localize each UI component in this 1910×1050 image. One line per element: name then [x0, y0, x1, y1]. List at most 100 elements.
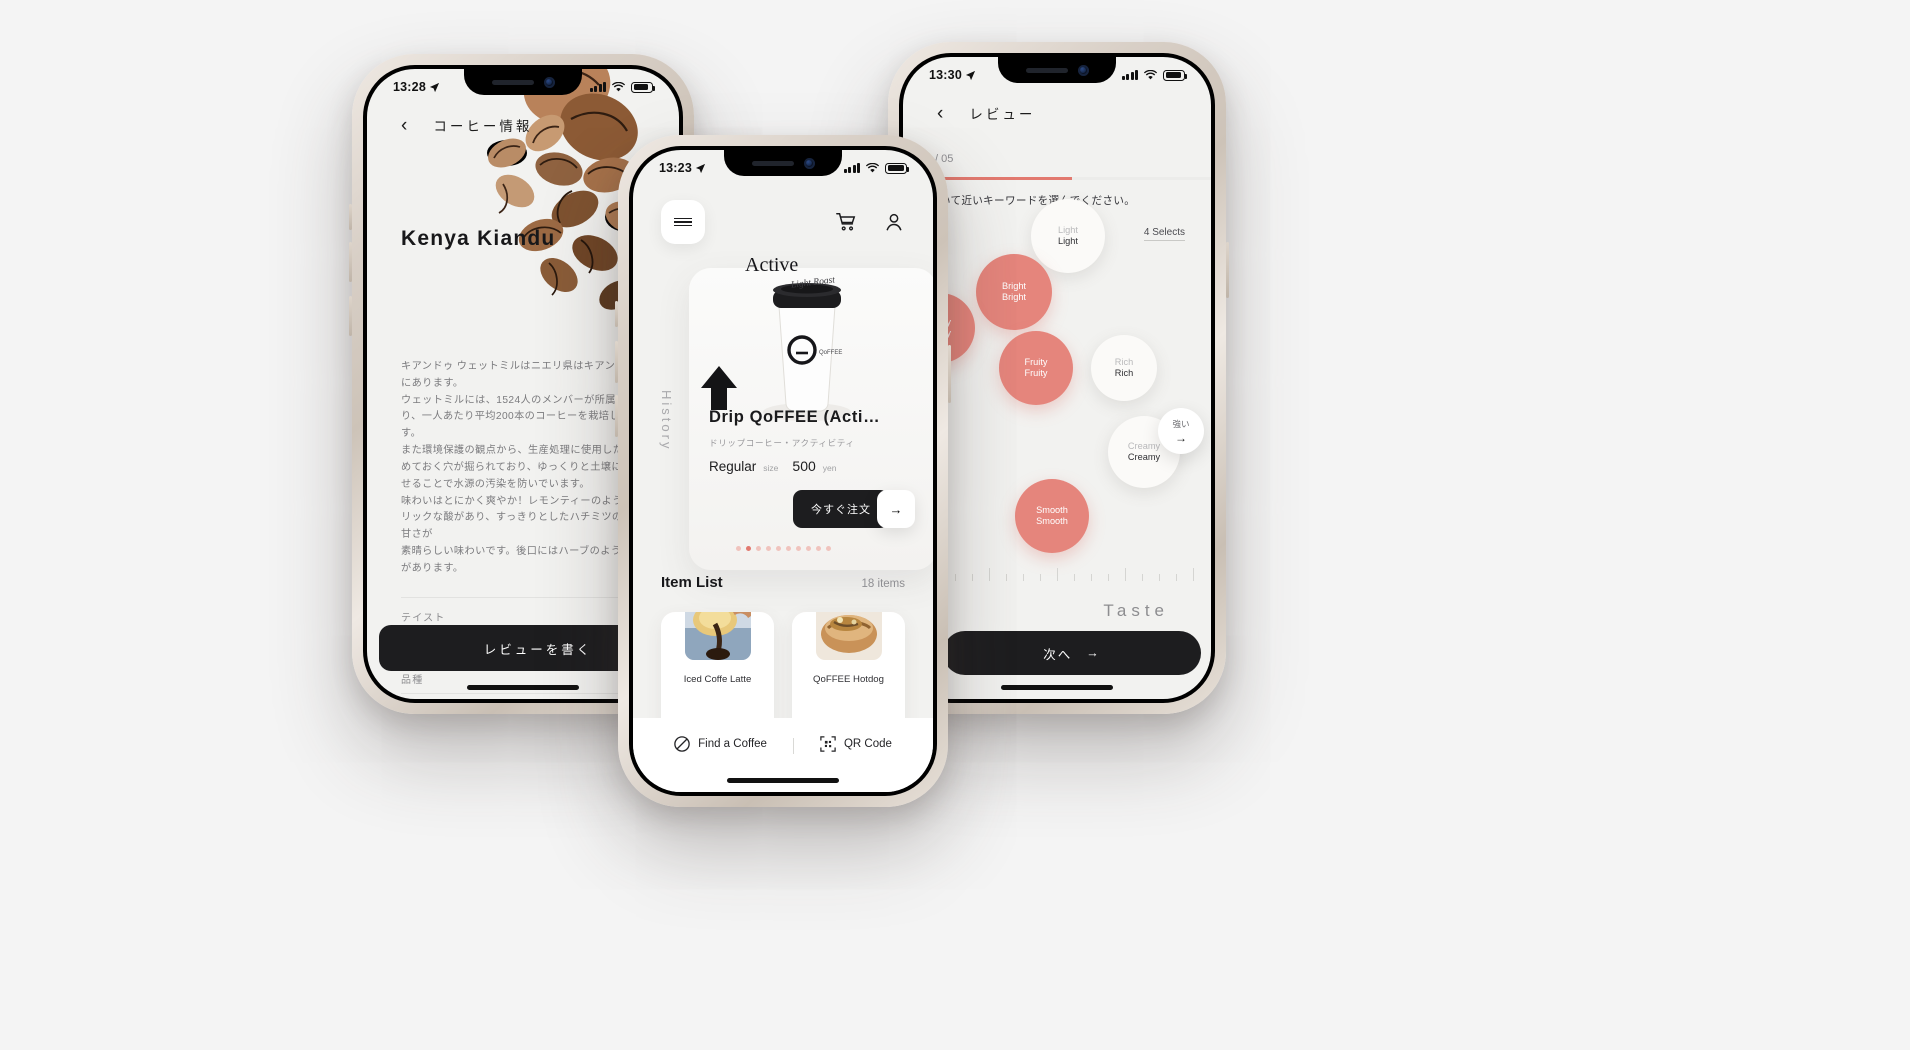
status-time: 13:28 — [393, 80, 440, 94]
tab-find-a-coffee[interactable]: Find a Coffee — [674, 736, 767, 752]
ruler-tick — [1142, 574, 1143, 581]
order-now-button[interactable]: 今すぐ注文 — [793, 490, 889, 528]
shopping-cart-icon[interactable] — [835, 211, 857, 233]
location-arrow-icon — [429, 82, 440, 92]
selects-count[interactable]: 4 Selects — [1143, 227, 1185, 241]
list-item-label: QoFFEE Hotdog — [813, 674, 884, 685]
home-indicator[interactable] — [467, 685, 579, 690]
ruler-tick — [1040, 574, 1041, 581]
coffee-cup-icon: QoFFEE — [763, 283, 851, 421]
status-time: 13:30 — [929, 68, 976, 82]
battery-icon — [885, 162, 909, 174]
tab-label: Find a Coffee — [698, 738, 767, 750]
carousel-dot[interactable] — [785, 546, 791, 551]
item-list-count: 18 items — [861, 578, 905, 590]
wifi-icon — [865, 162, 880, 172]
mute-switch[interactable] — [615, 301, 618, 327]
hamburger-menu-icon[interactable] — [661, 200, 705, 244]
carousel-dot[interactable] — [735, 546, 741, 551]
mute-switch[interactable] — [349, 296, 352, 336]
signal-icon — [1121, 70, 1138, 80]
field-label-variety: 品種 — [401, 675, 424, 686]
taste-bubble-top-label: Smooth — [1036, 504, 1068, 515]
hotdog-thumbnail — [815, 612, 882, 660]
left-nav: ‹ コーヒー情報 — [367, 115, 679, 135]
next-button-label: 次へ — [1043, 647, 1073, 662]
price-currency: yen — [822, 463, 837, 473]
ruler-tick — [989, 568, 990, 581]
taste-bubble-bottom-label: Fruity — [1024, 368, 1048, 378]
bean-search-icon — [674, 736, 690, 752]
front-camera — [803, 157, 815, 169]
earpiece-speaker — [751, 160, 794, 166]
taste-bubble-bright[interactable]: Bright Bright — [976, 254, 1052, 330]
taste-bubble-bottom-label: Creamy — [1127, 452, 1161, 462]
axis-label-taste: Taste — [1103, 601, 1169, 620]
user-account-icon[interactable] — [883, 211, 905, 233]
home-indicator[interactable] — [1001, 685, 1113, 690]
location-arrow-icon — [695, 163, 706, 173]
power-button[interactable] — [1226, 242, 1229, 298]
chevron-left-icon[interactable]: ‹ — [937, 104, 943, 123]
coffee-name: Kenya Kiandu — [401, 227, 556, 250]
iced-coffee-thumbnail — [684, 612, 751, 660]
taste-bubble-fruity[interactable]: Fruity Fruity — [999, 331, 1073, 405]
list-item-label: Iced Coffe Latte — [683, 674, 752, 685]
taste-bubble-rich[interactable]: Rich Rich — [1091, 335, 1157, 401]
volume-down-button[interactable] — [615, 395, 618, 437]
wifi-icon — [611, 81, 626, 91]
carousel-dots[interactable] — [633, 546, 933, 551]
carousel-dot[interactable] — [795, 546, 801, 551]
arrow-right-icon: → — [1086, 646, 1101, 660]
history-rail-label[interactable]: History — [659, 390, 674, 451]
carousel-dot[interactable] — [825, 546, 831, 551]
brand-name: Active — [745, 254, 799, 276]
phone-middle-screen: 13:23 History Active Light Roast QoFFEE … — [633, 150, 933, 792]
field-label-taste: テイスト — [401, 613, 446, 624]
carousel-dot[interactable] — [765, 546, 771, 551]
intensity-pill-button[interactable]: 強い → — [1158, 408, 1204, 454]
ruler-tick — [1074, 574, 1075, 581]
arrow-up-icon — [701, 366, 737, 410]
carousel-dot[interactable] — [805, 546, 811, 551]
progress-bar — [903, 177, 1211, 180]
taste-bubble-light[interactable]: Light Light — [1031, 199, 1105, 273]
signal-icon — [589, 82, 606, 92]
taste-bubble-top-label: Bright — [1001, 280, 1026, 291]
carousel-dot[interactable] — [755, 546, 761, 551]
taste-bubble-bottom-label: Rich — [1114, 368, 1134, 378]
product-subtitle: ドリップコーヒー・アクティビティ — [709, 438, 855, 448]
status-icons — [1121, 69, 1187, 81]
middle-topbar — [633, 200, 933, 244]
carousel-dot[interactable] — [775, 546, 781, 551]
home-indicator[interactable] — [727, 778, 839, 783]
volume-up-button[interactable] — [349, 204, 352, 230]
ruler-tick — [1125, 568, 1126, 581]
size-label: Regular — [709, 459, 757, 474]
ruler-tick — [1108, 574, 1109, 581]
ruler-tick — [1023, 574, 1024, 581]
carousel-dot[interactable] — [745, 546, 751, 551]
next-button[interactable]: 次へ → — [943, 631, 1201, 675]
volume-down-button[interactable] — [349, 242, 352, 282]
signal-icon — [843, 163, 860, 173]
product-name: Drip QoFFEE (Acti… — [709, 408, 881, 426]
carousel-dot[interactable] — [815, 546, 821, 551]
earpiece-speaker — [491, 79, 534, 85]
battery-icon — [631, 81, 655, 93]
taste-bubble-smooth[interactable]: Smooth Smooth — [1015, 479, 1089, 553]
ruler-tick — [1006, 574, 1007, 581]
chevron-left-icon[interactable]: ‹ — [401, 116, 407, 135]
volume-up-button[interactable] — [615, 341, 618, 383]
tab-qr-code[interactable]: QR Code — [820, 736, 892, 752]
status-icons — [589, 81, 655, 93]
intensity-pill-label: 強い — [1172, 418, 1190, 429]
taste-bubble-top-label: Creamy — [1127, 440, 1161, 451]
page-title: コーヒー情報 — [433, 119, 533, 134]
arrow-right-icon[interactable]: → — [877, 490, 915, 528]
power-button[interactable] — [948, 345, 951, 403]
tab-label: QR Code — [843, 738, 892, 750]
taste-bubble-top-label: Fruity — [1024, 356, 1048, 367]
front-camera — [1077, 64, 1089, 76]
ruler-tick — [1091, 574, 1092, 581]
